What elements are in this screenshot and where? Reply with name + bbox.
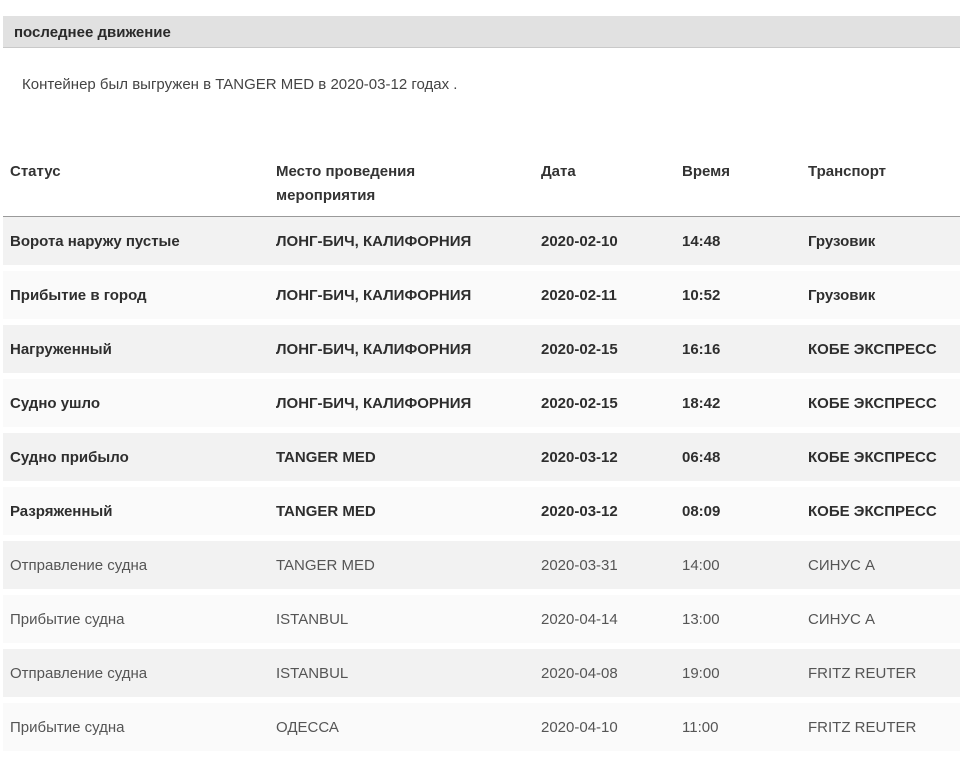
cell-status: Прибытие судна xyxy=(10,611,125,628)
movement-table-body: Ворота наружу пустые ЛОНГ-БИЧ, КАЛИФОРНИ… xyxy=(3,217,960,757)
cell-status: Нагруженный xyxy=(10,341,112,358)
table-row: Ворота наружу пустые ЛОНГ-БИЧ, КАЛИФОРНИ… xyxy=(3,217,960,271)
table-row: Отправление судна TANGER MED 2020-03-31 … xyxy=(3,541,960,595)
cell-place: ЛОНГ-БИЧ, КАЛИФОРНИЯ xyxy=(276,287,472,304)
cell-time: 14:00 xyxy=(682,557,720,574)
container-summary: Контейнер был выгружен в TANGER MED в 20… xyxy=(22,76,458,93)
cell-place: TANGER MED xyxy=(276,557,375,574)
table-row: Отправление судна ISTANBUL 2020-04-08 19… xyxy=(3,649,960,703)
cell-date: 2020-03-12 xyxy=(541,503,618,520)
cell-time: 11:00 xyxy=(682,719,719,736)
cell-time: 08:09 xyxy=(682,503,721,520)
cell-place: ISTANBUL xyxy=(276,665,349,682)
cell-place: ЛОНГ-БИЧ, КАЛИФОРНИЯ xyxy=(276,341,472,358)
cell-place: ЛОНГ-БИЧ, КАЛИФОРНИЯ xyxy=(276,395,472,412)
cell-status: Прибытие в город xyxy=(10,287,147,304)
table-row: Прибытие судна ОДЕССА 2020-04-10 11:00 F… xyxy=(3,703,960,757)
cell-time: 13:00 xyxy=(682,611,720,628)
cell-date: 2020-04-08 xyxy=(541,665,618,682)
table-row: Судно прибыло TANGER MED 2020-03-12 06:4… xyxy=(3,433,960,487)
cell-transport: СИНУС А xyxy=(808,611,875,628)
table-row: Разряженный TANGER MED 2020-03-12 08:09 … xyxy=(3,487,960,541)
cell-date: 2020-03-31 xyxy=(541,557,618,574)
column-header-date: Дата xyxy=(541,163,576,180)
cell-status: Судно прибыло xyxy=(10,449,129,466)
cell-date: 2020-02-15 xyxy=(541,341,618,358)
table-header: Статус Место проведения мероприятия Дата… xyxy=(3,150,960,217)
column-header-place-line2: мероприятия xyxy=(276,187,376,204)
table-row: Прибытие в город ЛОНГ-БИЧ, КАЛИФОРНИЯ 20… xyxy=(3,271,960,325)
cell-transport: КОБЕ ЭКСПРЕСС xyxy=(808,503,937,520)
cell-transport: Грузовик xyxy=(808,233,876,250)
cell-place: TANGER MED xyxy=(276,503,376,520)
table-row: Судно ушло ЛОНГ-БИЧ, КАЛИФОРНИЯ 2020-02-… xyxy=(3,379,960,433)
cell-status: Разряженный xyxy=(10,503,113,520)
cell-transport: FRITZ REUTER xyxy=(808,665,917,682)
cell-date: 2020-02-10 xyxy=(541,233,618,250)
cell-time: 18:42 xyxy=(682,395,721,412)
cell-time: 06:48 xyxy=(682,449,721,466)
cell-transport: СИНУС А xyxy=(808,557,875,574)
cell-date: 2020-03-12 xyxy=(541,449,618,466)
cell-status: Прибытие судна xyxy=(10,719,125,736)
column-header-transport: Транспорт xyxy=(808,163,887,180)
cell-transport: КОБЕ ЭКСПРЕСС xyxy=(808,449,937,466)
cell-time: 19:00 xyxy=(682,665,720,682)
cell-status: Отправление судна xyxy=(10,665,148,682)
cell-status: Судно ушло xyxy=(10,395,101,412)
cell-time: 10:52 xyxy=(682,287,721,304)
cell-time: 16:16 xyxy=(682,341,721,358)
cell-date: 2020-04-10 xyxy=(541,719,618,736)
cell-place: ЛОНГ-БИЧ, КАЛИФОРНИЯ xyxy=(276,233,472,250)
cell-place: ОДЕССА xyxy=(276,719,339,736)
cell-date: 2020-04-14 xyxy=(541,611,618,628)
section-header: последнее движение xyxy=(3,16,960,48)
column-header-status: Статус xyxy=(10,163,61,180)
cell-transport: FRITZ REUTER xyxy=(808,719,917,736)
cell-date: 2020-02-11 xyxy=(541,287,617,304)
cell-status: Отправление судна xyxy=(10,557,148,574)
section-title: последнее движение xyxy=(14,24,171,41)
cell-place: TANGER MED xyxy=(276,449,376,466)
cell-place: ISTANBUL xyxy=(276,611,349,628)
cell-transport: Грузовик xyxy=(808,287,876,304)
table-row: Прибытие судна ISTANBUL 2020-04-14 13:00… xyxy=(3,595,960,649)
column-header-place-line1: Место проведения xyxy=(276,163,416,180)
cell-status: Ворота наружу пустые xyxy=(10,233,180,250)
cell-transport: КОБЕ ЭКСПРЕСС xyxy=(808,395,937,412)
cell-time: 14:48 xyxy=(682,233,721,250)
cell-transport: КОБЕ ЭКСПРЕСС xyxy=(808,341,937,358)
column-header-place: Место проведения мероприятия xyxy=(276,160,415,208)
cell-date: 2020-02-15 xyxy=(541,395,618,412)
table-row: Нагруженный ЛОНГ-БИЧ, КАЛИФОРНИЯ 2020-02… xyxy=(3,325,960,379)
column-header-time: Время xyxy=(682,163,730,180)
